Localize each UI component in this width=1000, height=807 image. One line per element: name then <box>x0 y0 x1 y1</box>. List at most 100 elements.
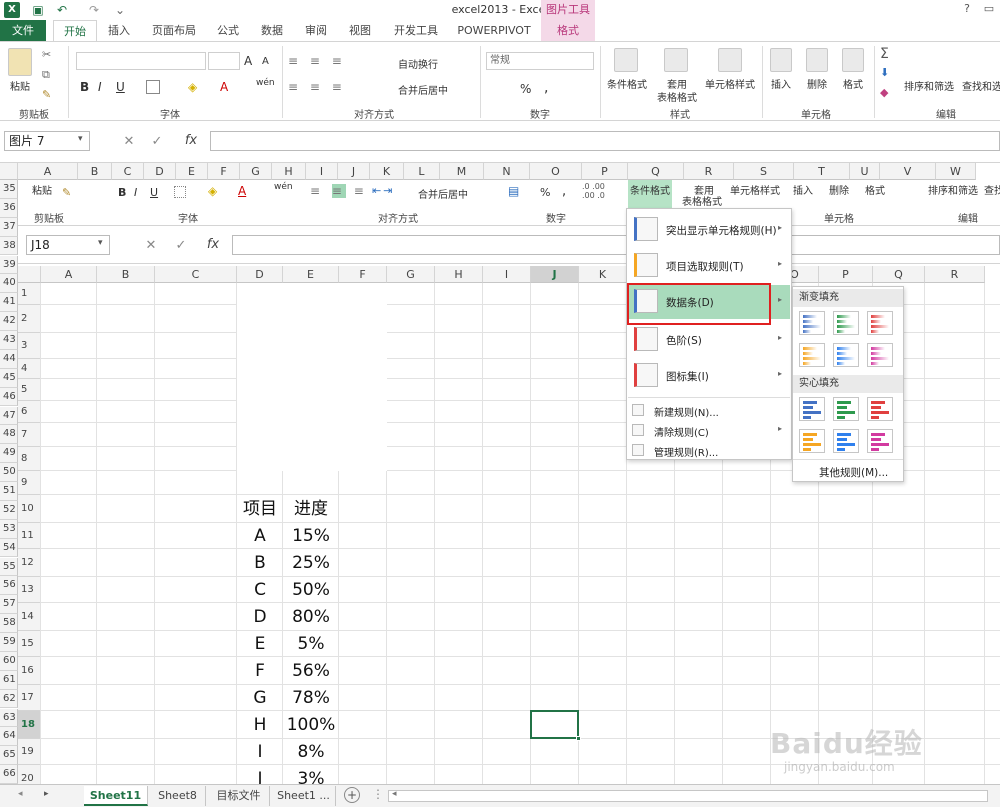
format-cells-icon[interactable] <box>842 48 864 72</box>
tab-page-layout[interactable]: 页面布局 <box>148 20 200 41</box>
column-header[interactable]: G <box>240 163 272 180</box>
row-header[interactable]: 54 <box>0 538 18 558</box>
cut-icon[interactable]: ✂ <box>42 48 51 61</box>
grow-font-button[interactable]: A <box>244 54 252 68</box>
ribbon-display-icon[interactable]: ▭ <box>980 2 998 15</box>
solid-fill-databar-icon[interactable] <box>867 429 893 453</box>
column-header[interactable]: E <box>176 163 208 180</box>
gradient-fill-databar-icon[interactable] <box>833 311 859 335</box>
format-cells-button[interactable]: 格式 <box>838 76 868 91</box>
tab-data[interactable]: 数据 <box>256 20 288 41</box>
row-header[interactable]: 66 <box>0 765 18 784</box>
column-header[interactable]: O <box>530 163 582 180</box>
align-top-icons[interactable]: ≡ ≡ ≡ <box>288 54 346 68</box>
clear-icon[interactable]: ◆ <box>880 86 888 99</box>
phonetic-button[interactable]: wén <box>256 78 275 88</box>
column-header[interactable]: B <box>78 163 112 180</box>
paste-icon[interactable] <box>8 48 32 76</box>
column-header[interactable]: R <box>684 163 734 180</box>
merge-center-button[interactable]: 合并后居中 <box>398 82 448 97</box>
column-header[interactable]: F <box>208 163 240 180</box>
row-header[interactable]: 38 <box>0 236 18 256</box>
solid-fill-databar-icon[interactable] <box>799 397 825 421</box>
column-header[interactable]: Q <box>628 163 684 180</box>
column-header[interactable]: P <box>582 163 628 180</box>
prev-sheet-icon[interactable]: ◂ <box>18 789 23 799</box>
gradient-fill-databar-icon[interactable] <box>867 343 893 367</box>
gradient-fill-databar-icon[interactable] <box>799 343 825 367</box>
solid-fill-databar-icon[interactable] <box>833 429 859 453</box>
sheet-tab[interactable]: Sheet1 ... <box>272 786 336 806</box>
percent-button[interactable]: % <box>520 82 531 96</box>
select-all-corner[interactable] <box>0 163 18 180</box>
column-header[interactable]: K <box>370 163 404 180</box>
sheet-tab[interactable]: 目标文件 <box>208 786 270 806</box>
column-header[interactable]: U <box>850 163 880 180</box>
column-header[interactable]: T <box>794 163 850 180</box>
shrink-font-button[interactable]: A <box>262 56 269 67</box>
row-header[interactable]: 42 <box>0 312 18 331</box>
cf-menu-item[interactable]: 突出显示单元格规则(H) ▸ <box>628 213 790 247</box>
cf-menu-item[interactable]: 色阶(S) ▸ <box>628 323 790 357</box>
font-color-button[interactable]: A <box>220 80 228 94</box>
column-header[interactable]: H <box>272 163 306 180</box>
underline-button[interactable]: U <box>116 80 125 94</box>
gradient-fill-databar-icon[interactable] <box>833 343 859 367</box>
formula-input[interactable] <box>210 131 1000 151</box>
row-header[interactable]: 56 <box>0 576 18 596</box>
row-header[interactable]: 53 <box>0 519 18 539</box>
column-header[interactable]: S <box>734 163 794 180</box>
sort-filter-button[interactable]: 排序和筛选 <box>904 78 954 93</box>
row-header[interactable]: 47 <box>0 406 18 426</box>
tab-insert[interactable]: 插入 <box>104 20 134 41</box>
row-header[interactable]: 60 <box>0 651 18 671</box>
delete-cells-button[interactable]: 删除 <box>802 76 832 91</box>
font-name-dropdown[interactable] <box>76 52 206 70</box>
comma-button[interactable]: , <box>544 80 548 96</box>
number-format-dropdown[interactable]: 常规 <box>486 52 594 70</box>
pasted-picture[interactable]: 粘贴 ✎ B I U ◈ A wén ≡ ≡ ≡ ⇤⇥ 合并后居中 ▤ % , … <box>18 180 1000 788</box>
cf-menu-small-item[interactable]: 清除规则(C) ▸ <box>628 421 790 439</box>
tab-splitter-icon[interactable]: ⋮ <box>372 787 384 801</box>
solid-fill-databar-icon[interactable] <box>799 429 825 453</box>
column-header[interactable]: M <box>440 163 484 180</box>
add-sheet-icon[interactable]: + <box>344 787 360 803</box>
cf-menu-item[interactable]: 图标集(I) ▸ <box>628 359 790 393</box>
tab-picture-format[interactable]: 格式 <box>541 20 595 41</box>
help-button[interactable]: ? <box>958 2 976 15</box>
row-header[interactable]: 41 <box>0 293 18 313</box>
scroll-left-icon[interactable]: ◂ <box>392 789 397 799</box>
row-header[interactable]: 52 <box>0 500 18 520</box>
tab-home[interactable]: 开始 <box>53 20 97 41</box>
more-rules-item[interactable]: 其他规则(M)... <box>819 465 888 480</box>
insert-cells-icon[interactable] <box>770 48 792 72</box>
column-header[interactable]: I <box>306 163 338 180</box>
row-header[interactable]: 39 <box>0 255 18 275</box>
format-as-table-button-line2[interactable]: 表格格式 <box>650 89 704 104</box>
copy-icon[interactable]: ⧉ <box>42 68 50 82</box>
cell-styles-icon[interactable] <box>718 48 742 72</box>
row-header[interactable]: 46 <box>0 387 18 407</box>
fill-color-icon[interactable]: ◈ <box>188 80 197 94</box>
row-header[interactable]: 40 <box>0 274 18 294</box>
tab-file[interactable]: 文件 <box>0 20 46 41</box>
insert-function-button[interactable]: fx <box>182 133 200 148</box>
cf-menu-small-item[interactable]: 新建规则(N)... <box>628 401 790 419</box>
tab-view[interactable]: 视图 <box>344 20 376 41</box>
row-header[interactable]: 65 <box>0 746 18 766</box>
row-header[interactable]: 57 <box>0 595 18 615</box>
cf-menu-item[interactable]: 项目选取规则(T) ▸ <box>628 249 790 283</box>
next-sheet-icon[interactable]: ▸ <box>44 789 49 799</box>
cell-styles-button[interactable]: 单元格样式 <box>702 76 758 91</box>
sheet-tab[interactable]: Sheet8 <box>150 786 206 806</box>
paste-button[interactable]: 粘贴 <box>4 78 36 93</box>
row-header[interactable]: 61 <box>0 670 18 690</box>
row-header[interactable]: 55 <box>0 557 18 577</box>
solid-fill-databar-icon[interactable] <box>867 397 893 421</box>
tab-powerpivot[interactable]: POWERPIVOT <box>456 20 532 41</box>
autosum-icon[interactable]: Σ <box>880 46 889 62</box>
conditional-format-button[interactable]: 条件格式 <box>604 76 650 91</box>
row-header[interactable]: 45 <box>0 368 18 388</box>
italic-button[interactable]: I <box>98 80 102 94</box>
row-header[interactable]: 43 <box>0 331 18 350</box>
